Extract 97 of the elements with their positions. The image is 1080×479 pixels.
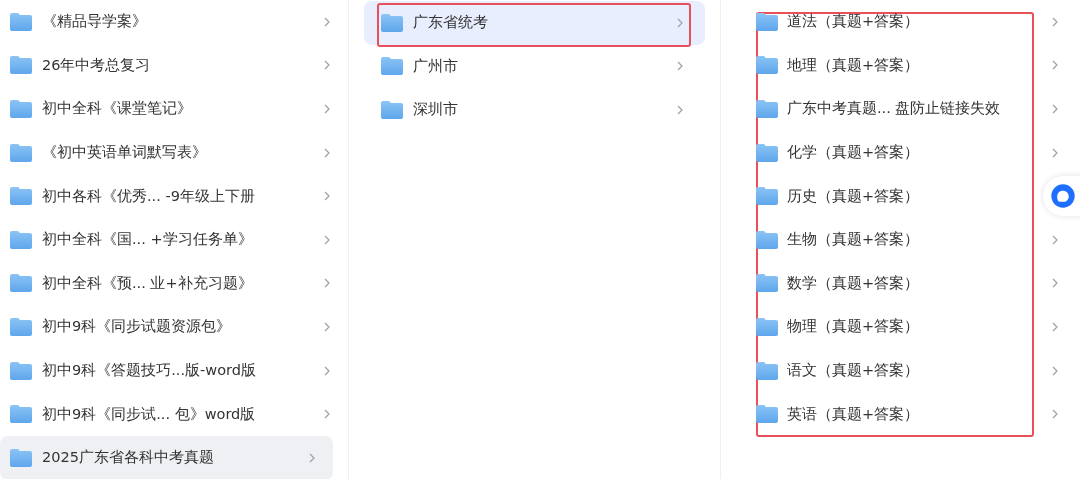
chevron-icon — [324, 278, 330, 289]
folder-item[interactable]: 广东省统考 — [364, 1, 705, 45]
folder-icon — [381, 13, 403, 32]
folder-icon — [10, 317, 32, 336]
folder-name: 深圳市 — [413, 100, 459, 120]
folder-icon — [10, 12, 32, 31]
folder-icon — [381, 57, 403, 76]
folder-name: 初中9科《同步试... 包》word版 — [42, 404, 257, 424]
folder-name: 初中全科《国... +学习任务单》 — [42, 230, 254, 250]
folder-icon — [756, 100, 778, 118]
folder-item[interactable]: 深圳市 — [364, 88, 705, 132]
folder-name: 广州市 — [413, 56, 459, 76]
folder-name: 广东中考真题... 盘防止链接失效 — [787, 99, 1002, 119]
folder-icon — [756, 143, 778, 162]
folder-name: 《初中英语单词默写表》 — [42, 143, 208, 163]
folder-icon — [10, 405, 32, 424]
chevron-icon — [324, 409, 330, 420]
chat-bubble-icon — [1049, 182, 1077, 210]
folder-icon — [756, 317, 778, 336]
chevron-icon — [1052, 104, 1058, 114]
folder-icon — [756, 56, 778, 75]
folder-name: 2025广东省各科中考真题 — [42, 448, 215, 468]
folder-icon — [756, 187, 778, 206]
chevron-icon — [677, 105, 683, 115]
folder-item[interactable]: 广东中考真题... 盘防止链接失效 — [756, 87, 1058, 131]
folder-name: 初中9科《同步试题资源包》 — [42, 317, 233, 337]
folder-name: 初中全科《预... 业+补充习题》 — [42, 273, 254, 293]
folder-name: 历史（真题+答案） — [787, 186, 921, 206]
chevron-icon — [1052, 234, 1058, 245]
chevron-icon — [1052, 409, 1058, 420]
chevron-icon — [1052, 60, 1058, 71]
folder-item[interactable]: 广州市 — [364, 44, 705, 89]
folder-item[interactable]: 初中9科《答题技巧...版-word版 — [0, 348, 348, 393]
folder-icon — [10, 56, 32, 75]
folder-name: 数学（真题+答案） — [787, 273, 921, 293]
chevron-icon — [324, 191, 330, 202]
chevron-icon — [324, 147, 330, 158]
folder-item[interactable]: 数学（真题+答案） — [756, 261, 1058, 306]
folder-name: 化学（真题+答案） — [787, 143, 921, 163]
folder-name: 初中各科《优秀... -9年级上下册 — [42, 186, 256, 206]
chevron-icon — [677, 17, 683, 28]
folder-item[interactable]: 道法（真题+答案） — [756, 0, 1058, 44]
folder-item[interactable]: 物理（真题+答案） — [756, 305, 1058, 349]
folder-item[interactable]: 初中全科《课堂笔记》 — [0, 87, 348, 131]
folder-item[interactable]: 初中9科《同步试... 包》word版 — [0, 392, 348, 436]
folder-item[interactable]: 地理（真题+答案） — [756, 43, 1058, 88]
folder-icon — [756, 230, 778, 249]
chevron-icon — [324, 104, 330, 114]
folder-item[interactable]: 《精品导学案》 — [0, 0, 348, 44]
folder-item[interactable]: 英语（真题+答案） — [756, 392, 1058, 436]
floating-menu[interactable] — [1043, 176, 1080, 216]
folder-item[interactable]: 初中全科《预... 业+补充习题》 — [0, 261, 348, 306]
chevron-icon — [1052, 16, 1058, 27]
folder-icon — [10, 187, 32, 206]
folder-icon — [10, 143, 32, 162]
folder-name: 地理（真题+答案） — [787, 55, 921, 75]
chevron-icon — [324, 16, 330, 27]
folder-name: 生物（真题+答案） — [787, 230, 921, 250]
chevron-icon — [1052, 278, 1058, 289]
folder-item[interactable]: 生物（真题+答案） — [756, 217, 1058, 262]
folder-icon — [756, 274, 778, 293]
folder-item[interactable]: 历史（真题+答案） — [756, 174, 1058, 218]
folder-icon — [381, 101, 403, 119]
folder-icon — [10, 230, 32, 249]
folder-item[interactable]: 初中全科《国... +学习任务单》 — [0, 217, 348, 262]
folder-name: 26年中考总复习 — [42, 55, 152, 75]
folder-item[interactable]: 初中各科《优秀... -9年级上下册 — [0, 174, 348, 218]
chevron-icon — [1052, 365, 1058, 376]
folder-item[interactable]: 《初中英语单词默写表》 — [0, 130, 348, 175]
folder-name: 《精品导学案》 — [42, 12, 148, 32]
chevron-icon — [1052, 147, 1058, 158]
chevron-icon — [324, 234, 330, 245]
folder-name: 初中9科《答题技巧...版-word版 — [42, 361, 257, 381]
folder-name: 广东省统考 — [413, 13, 489, 33]
folder-icon — [756, 405, 778, 424]
folder-item[interactable]: 初中9科《同步试题资源包》 — [0, 305, 348, 349]
folder-icon — [10, 361, 32, 380]
folder-icon — [10, 100, 32, 118]
folder-item[interactable]: 2025广东省各科中考真题 — [0, 435, 333, 479]
chevron-icon — [309, 452, 315, 463]
chevron-icon — [677, 61, 683, 72]
folder-name: 语文（真题+答案） — [787, 361, 921, 381]
folder-item[interactable]: 26年中考总复习 — [0, 43, 348, 88]
folder-icon — [10, 448, 32, 467]
folder-name: 道法（真题+答案） — [787, 12, 921, 32]
folder-item[interactable]: 语文（真题+答案） — [756, 348, 1058, 393]
folder-name: 初中全科《课堂笔记》 — [42, 99, 193, 119]
folder-name: 英语（真题+答案） — [787, 404, 921, 424]
folder-item[interactable]: 化学（真题+答案） — [756, 130, 1058, 175]
chevron-icon — [1052, 321, 1058, 332]
chevron-icon — [324, 321, 330, 332]
folder-name: 物理（真题+答案） — [787, 317, 921, 337]
folder-icon — [756, 361, 778, 380]
folder-icon — [10, 274, 32, 293]
chevron-icon — [324, 60, 330, 71]
folder-icon — [756, 12, 778, 31]
chevron-icon — [324, 365, 330, 376]
